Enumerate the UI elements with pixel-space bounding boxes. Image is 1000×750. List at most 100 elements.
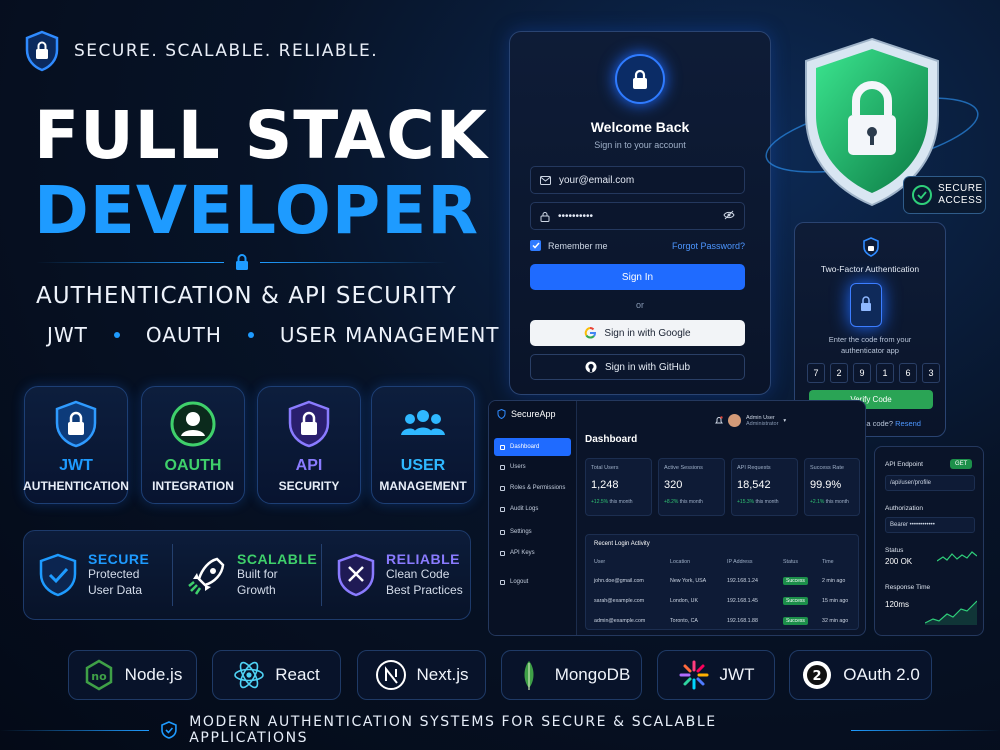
phone-lock-icon — [850, 283, 882, 327]
code-digit-input[interactable]: 2 — [830, 363, 848, 383]
remember-checkbox[interactable] — [530, 240, 541, 251]
stat-card-success-rate: Success Rate 99.9% +2.1% this month — [804, 458, 860, 516]
github-sign-in-button[interactable]: Sign in with GitHub — [530, 354, 745, 380]
user-icon — [500, 464, 505, 470]
tech-label: Next.js — [416, 665, 469, 684]
footer: MODERN AUTHENTICATION SYSTEMS FOR SECURE… — [0, 714, 1000, 746]
dashboard-heading: Dashboard — [585, 434, 638, 445]
email-field[interactable]: your@email.com — [530, 166, 745, 194]
title-divider — [36, 252, 448, 272]
keyword-oauth: OAUTH — [145, 323, 222, 347]
google-sign-in-button[interactable]: Sign in with Google — [530, 320, 745, 346]
table-title: Recent Login Activity — [594, 541, 650, 547]
authorization-field[interactable]: Bearer •••••••••••• — [885, 517, 975, 533]
status-label: Status — [885, 547, 904, 554]
code-digit-input[interactable]: 7 — [807, 363, 825, 383]
benefit-line: Built for — [237, 567, 278, 582]
lock-icon — [540, 211, 550, 222]
lock-badge — [615, 54, 665, 104]
response-sparkline — [925, 600, 977, 625]
code-digit-input[interactable]: 1 — [876, 363, 894, 383]
tech-nextjs: Next.js — [357, 650, 486, 700]
benefit-title: RELIABLE — [386, 551, 460, 568]
stat-card-active-sessions: Active Sessions 320 +8.2% this month — [658, 458, 725, 516]
code-digit-input[interactable]: 9 — [853, 363, 871, 383]
title-line-2: DEVELOPER — [34, 172, 480, 249]
remember-row: Remember me Forgot Password? — [530, 240, 745, 251]
table-row[interactable]: sarah@example.com London, UK 192.168.1.4… — [594, 597, 854, 605]
stat-change-value: +8.2% — [664, 499, 679, 505]
stat-label: Total Users — [591, 465, 619, 471]
endpoint-field[interactable]: /api/user/profile — [885, 475, 975, 491]
stat-change: +8.2% this month — [664, 499, 719, 505]
instruction-line2: authenticator app — [841, 345, 899, 355]
logout-icon — [500, 579, 505, 585]
nodejs-icon: no — [85, 659, 112, 691]
code-digit-input[interactable]: 6 — [899, 363, 917, 383]
dashboard-window: SecureApp Dashboard Users Roles & Permis… — [488, 400, 866, 636]
react-icon — [234, 661, 265, 689]
bullet-dot — [113, 332, 120, 338]
avatar — [728, 414, 741, 427]
cell-ip: 192.168.1.88 — [727, 618, 758, 624]
keyword-user-management: USER MANAGEMENT — [279, 323, 500, 347]
cell-user: admin@example.com — [594, 618, 646, 624]
nav-logout[interactable]: Logout — [494, 573, 571, 591]
tech-label: JWT — [719, 665, 755, 684]
password-value: •••••••••• — [558, 210, 594, 222]
mail-icon — [540, 175, 551, 185]
table-row[interactable]: admin@example.com Toronto, CA 192.168.1.… — [594, 617, 854, 625]
shield-check-icon — [161, 721, 178, 739]
password-field[interactable]: •••••••••• — [530, 202, 745, 230]
shield-lock-icon — [288, 400, 330, 448]
stat-card-total-users: Total Users 1,248 +12.5% this month — [585, 458, 652, 516]
benefit-line: Clean Code — [386, 567, 450, 582]
nav-label: API Keys — [510, 550, 535, 556]
column-header: Time — [822, 559, 834, 565]
bell-icon[interactable] — [715, 416, 723, 425]
column-header: IP Address — [727, 559, 753, 565]
shield-tools-icon — [337, 553, 375, 597]
stat-change-value: +12.5% — [591, 499, 609, 505]
secure-access-line1: SECURE — [938, 182, 983, 194]
table-row[interactable]: john.doe@gmail.com New York, USA 192.168… — [594, 577, 854, 585]
api-endpoint-label: API Endpoint — [885, 461, 923, 468]
cell-location: Toronto, CA — [670, 618, 698, 624]
user-circle-icon — [170, 401, 216, 447]
status-sparkline — [937, 551, 977, 562]
nav-settings[interactable]: Settings — [494, 523, 571, 541]
forgot-password-link[interactable]: Forgot Password? — [672, 241, 745, 251]
sign-in-button[interactable]: Sign In — [530, 264, 745, 290]
user-menu[interactable]: Admin User Administrator ▾ — [715, 414, 786, 427]
stat-change: +12.5% this month — [591, 499, 646, 505]
code-input-group: 7 2 9 1 6 3 — [807, 363, 940, 383]
eye-off-icon[interactable] — [723, 210, 735, 220]
lock-icon — [236, 254, 248, 270]
resend-link[interactable]: Resend — [895, 419, 921, 428]
nav-dashboard[interactable]: Dashboard — [494, 438, 571, 456]
jwt-icon — [679, 660, 709, 690]
shield-lock-icon — [25, 30, 59, 72]
shield-lock-icon — [55, 400, 97, 448]
benefit-title: SECURE — [88, 551, 150, 568]
nav-roles[interactable]: Roles & Permissions — [494, 479, 571, 497]
benefits-panel: SECURE Protected User Data SCALABLE Buil… — [23, 530, 471, 620]
nav-audit-logs[interactable]: Audit Logs — [494, 500, 571, 518]
status-value: 200 OK — [885, 557, 913, 566]
stat-period: this month — [755, 499, 779, 505]
cell-ip: 192.168.1.45 — [727, 598, 758, 604]
feature-card-user: USER MANAGEMENT — [371, 386, 475, 504]
feature-title: JWT — [59, 457, 93, 474]
users-group-icon — [401, 410, 445, 435]
tech-nodejs: no Node.js — [68, 650, 197, 700]
stat-value: 1,248 — [591, 479, 619, 491]
two-factor-title: Two-Factor Authentication — [820, 264, 920, 274]
or-divider: or — [635, 300, 644, 310]
login-subtitle: Sign in to your account — [594, 140, 686, 150]
code-digit-input[interactable]: 3 — [922, 363, 940, 383]
cell-user: sarah@example.com — [594, 598, 645, 604]
nav-api-keys[interactable]: API Keys — [494, 544, 571, 562]
nav-users[interactable]: Users — [494, 458, 571, 476]
secure-access-badge: SECURE ACCESS — [903, 176, 986, 214]
api-request-panel: API Endpoint GET /api/user/profile Autho… — [874, 446, 984, 636]
